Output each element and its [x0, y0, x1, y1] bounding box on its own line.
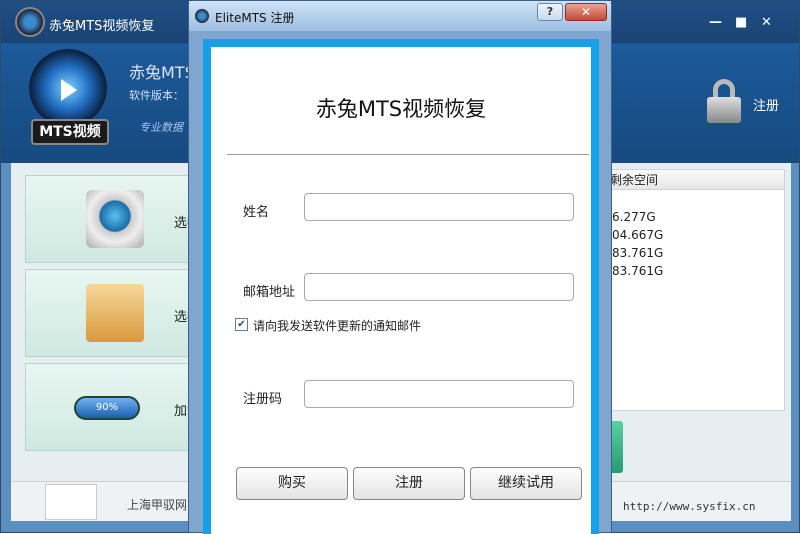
column-header-free-space[interactable]: 剩余空间: [602, 170, 784, 190]
sidebar-item-select-folder[interactable]: 选择: [25, 269, 205, 357]
dialog-heading: 赤兔MTS视频恢复: [315, 97, 487, 121]
close-icon[interactable]: ✕: [761, 15, 772, 30]
logo-badge: MTS视频: [31, 119, 109, 145]
disk-icon: [86, 190, 144, 248]
sidebar-item-select-disk[interactable]: 选择: [25, 175, 205, 263]
play-icon: [61, 79, 77, 101]
help-button[interactable]: ?: [537, 3, 563, 21]
buy-button[interactable]: 购买: [236, 467, 348, 500]
code-label: 注册码: [243, 392, 283, 407]
version-label: 软件版本：: [129, 89, 184, 102]
registration-code-field[interactable]: [304, 380, 574, 408]
lock-icon[interactable]: [705, 79, 743, 123]
horse-logo: [45, 484, 97, 520]
app-name: 赤兔MTS: [129, 63, 195, 82]
email-label: 邮箱地址: [243, 285, 296, 300]
website-link[interactable]: http://www.sysfix.cn: [623, 500, 755, 513]
slogan: 专业数据: [139, 121, 183, 134]
app-logo: MTS视频: [21, 49, 113, 145]
register-dialog: EliteMTS 注册 ? ✕ 赤兔MTS视频恢复 姓名 邮箱地址 ✔ 请向我发…: [188, 0, 612, 534]
company-name: 上海甲驭网: [127, 498, 188, 512]
divider: [227, 154, 589, 155]
newsletter-checkbox[interactable]: ✔: [235, 318, 248, 331]
newsletter-label[interactable]: 请向我发送软件更新的通知邮件: [253, 317, 421, 334]
dialog-frame: 赤兔MTS视频恢复 姓名 邮箱地址 ✔ 请向我发送软件更新的通知邮件 注册码 购…: [203, 39, 599, 534]
name-field[interactable]: [304, 193, 574, 221]
dialog-title-bar: EliteMTS 注册 ? ✕: [189, 1, 611, 31]
maximize-icon[interactable]: ■: [735, 15, 747, 30]
email-field[interactable]: [304, 273, 574, 301]
close-button[interactable]: ✕: [565, 3, 607, 21]
dialog-title: EliteMTS 注册: [215, 11, 295, 25]
app-icon: [195, 9, 209, 23]
sidebar-item-load[interactable]: 90% 加载: [25, 363, 205, 451]
progress-icon: 90%: [74, 396, 140, 420]
table-cell[interactable]: 04.667G: [612, 228, 663, 242]
drive-table: 剩余空间 6.277G 04.667G 83.761G 83.761G: [601, 169, 785, 411]
name-label: 姓名: [243, 205, 270, 220]
continue-trial-button[interactable]: 继续试用: [470, 467, 582, 500]
table-cell[interactable]: 83.761G: [612, 264, 663, 278]
table-cell[interactable]: 6.277G: [612, 210, 656, 224]
table-cell[interactable]: 83.761G: [612, 246, 663, 260]
register-link[interactable]: 注册: [753, 95, 779, 114]
app-icon: [15, 7, 45, 37]
dialog-body: 赤兔MTS视频恢复 姓名 邮箱地址 ✔ 请向我发送软件更新的通知邮件 注册码 购…: [211, 47, 591, 534]
register-button[interactable]: 注册: [353, 467, 465, 500]
window-title: 赤兔MTS视频恢复: [49, 19, 155, 34]
folder-icon: [86, 284, 144, 342]
minimize-icon[interactable]: —: [709, 15, 722, 30]
